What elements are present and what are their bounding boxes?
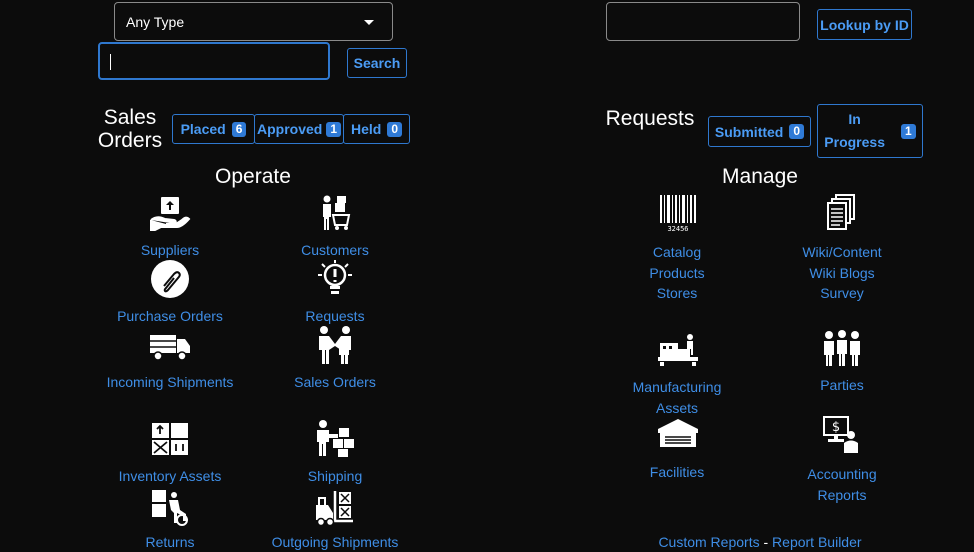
lightbulb-icon[interactable] <box>313 259 357 299</box>
stores-link[interactable]: Stores <box>607 283 747 304</box>
approved-label: Approved <box>256 121 323 137</box>
accounting-links: Accounting Reports <box>772 464 912 505</box>
report-links-separator: - <box>759 534 773 550</box>
barcode-digits: 32456 <box>667 225 688 233</box>
boxes-icon[interactable] <box>148 419 192 459</box>
wiki-blogs-link[interactable]: Wiki Blogs <box>772 263 912 284</box>
warehouse-icon[interactable] <box>656 415 700 455</box>
products-link[interactable]: Products <box>607 263 747 284</box>
truck-icon[interactable] <box>148 327 192 367</box>
incoming-shipments-link[interactable]: Incoming Shipments <box>95 374 245 390</box>
wiki-links: Wiki/Content Wiki Blogs Survey <box>772 242 912 304</box>
facilities-link[interactable]: Facilities <box>607 464 747 480</box>
in-progress-button[interactable]: In Progress 1 <box>817 104 923 158</box>
catalog-link[interactable]: Catalog <box>607 242 747 263</box>
parties-link[interactable]: Parties <box>772 377 912 393</box>
requests-link[interactable]: Requests <box>265 308 405 324</box>
search-button[interactable]: Search <box>347 48 407 78</box>
customers-link[interactable]: Customers <box>265 242 405 258</box>
placed-button[interactable]: Placed 6 <box>172 114 255 144</box>
text-cursor <box>110 54 111 70</box>
search-input[interactable] <box>98 42 330 80</box>
reports-link[interactable]: Reports <box>772 485 912 506</box>
type-select[interactable]: Any Type <box>114 2 393 41</box>
factory-icon[interactable] <box>656 329 700 369</box>
accounting-link[interactable]: Accounting <box>772 464 912 485</box>
in-progress-label: In Progress <box>824 108 885 154</box>
held-count-badge: 0 <box>387 121 403 137</box>
held-label: Held <box>350 121 382 137</box>
lookup-by-id-button[interactable]: Lookup by ID <box>817 9 912 40</box>
operate-title: Operate <box>215 165 291 188</box>
inventory-assets-link[interactable]: Inventory Assets <box>100 468 240 484</box>
survey-link[interactable]: Survey <box>772 283 912 304</box>
submitted-label: Submitted <box>714 123 784 140</box>
approved-button[interactable]: Approved 1 <box>254 114 344 144</box>
sales-orders-title-line1: Sales <box>103 106 157 129</box>
sales-orders-title: Sales Orders <box>92 106 168 152</box>
placed-count-badge: 6 <box>231 121 247 137</box>
approved-count-badge: 1 <box>326 121 342 137</box>
documents-icon[interactable] <box>820 193 864 233</box>
requests-title: Requests <box>605 107 695 130</box>
manufacturing-links: Manufacturing Assets <box>607 377 747 418</box>
paperclip-icon[interactable] <box>148 259 192 299</box>
accounting-icon[interactable]: $ <box>820 415 864 455</box>
manufacturing-link[interactable]: Manufacturing <box>607 377 747 398</box>
manage-title: Manage <box>722 165 798 188</box>
forklift-icon[interactable] <box>313 487 357 527</box>
placed-label: Placed <box>180 121 226 137</box>
people-icon[interactable] <box>820 329 864 369</box>
held-button[interactable]: Held 0 <box>343 114 410 144</box>
report-links: Custom Reports - Report Builder <box>640 534 880 550</box>
handshake-icon[interactable] <box>313 325 357 365</box>
worker-boxes-icon[interactable] <box>313 419 357 459</box>
customers-icon[interactable] <box>313 193 357 233</box>
shipping-link[interactable]: Shipping <box>265 468 405 484</box>
in-progress-count-badge: 1 <box>901 123 916 139</box>
chevron-down-icon <box>364 20 374 25</box>
barcode-icon[interactable]: 32456 <box>656 193 700 233</box>
catalog-links: Catalog Products Stores <box>607 242 747 304</box>
returns-link[interactable]: Returns <box>100 534 240 550</box>
svg-text:$: $ <box>832 420 840 435</box>
type-select-value: Any Type <box>126 14 185 30</box>
custom-reports-link[interactable]: Custom Reports <box>658 534 759 550</box>
wiki-content-link[interactable]: Wiki/Content <box>772 242 912 263</box>
returns-icon[interactable] <box>148 487 192 527</box>
report-builder-link[interactable]: Report Builder <box>772 534 862 550</box>
outgoing-shipments-link[interactable]: Outgoing Shipments <box>262 534 408 550</box>
submitted-count-badge: 0 <box>789 124 805 139</box>
submitted-button[interactable]: Submitted 0 <box>708 116 811 147</box>
sales-orders-title-line2: Orders <box>97 129 163 152</box>
suppliers-link[interactable]: Suppliers <box>100 242 240 258</box>
lookup-id-input[interactable] <box>606 2 800 41</box>
purchase-orders-link[interactable]: Purchase Orders <box>100 308 240 324</box>
in-progress-label-line1: In <box>848 111 861 127</box>
supplier-icon[interactable] <box>148 194 192 234</box>
in-progress-label-line2: Progress <box>824 134 885 150</box>
sales-orders-link[interactable]: Sales Orders <box>265 374 405 390</box>
